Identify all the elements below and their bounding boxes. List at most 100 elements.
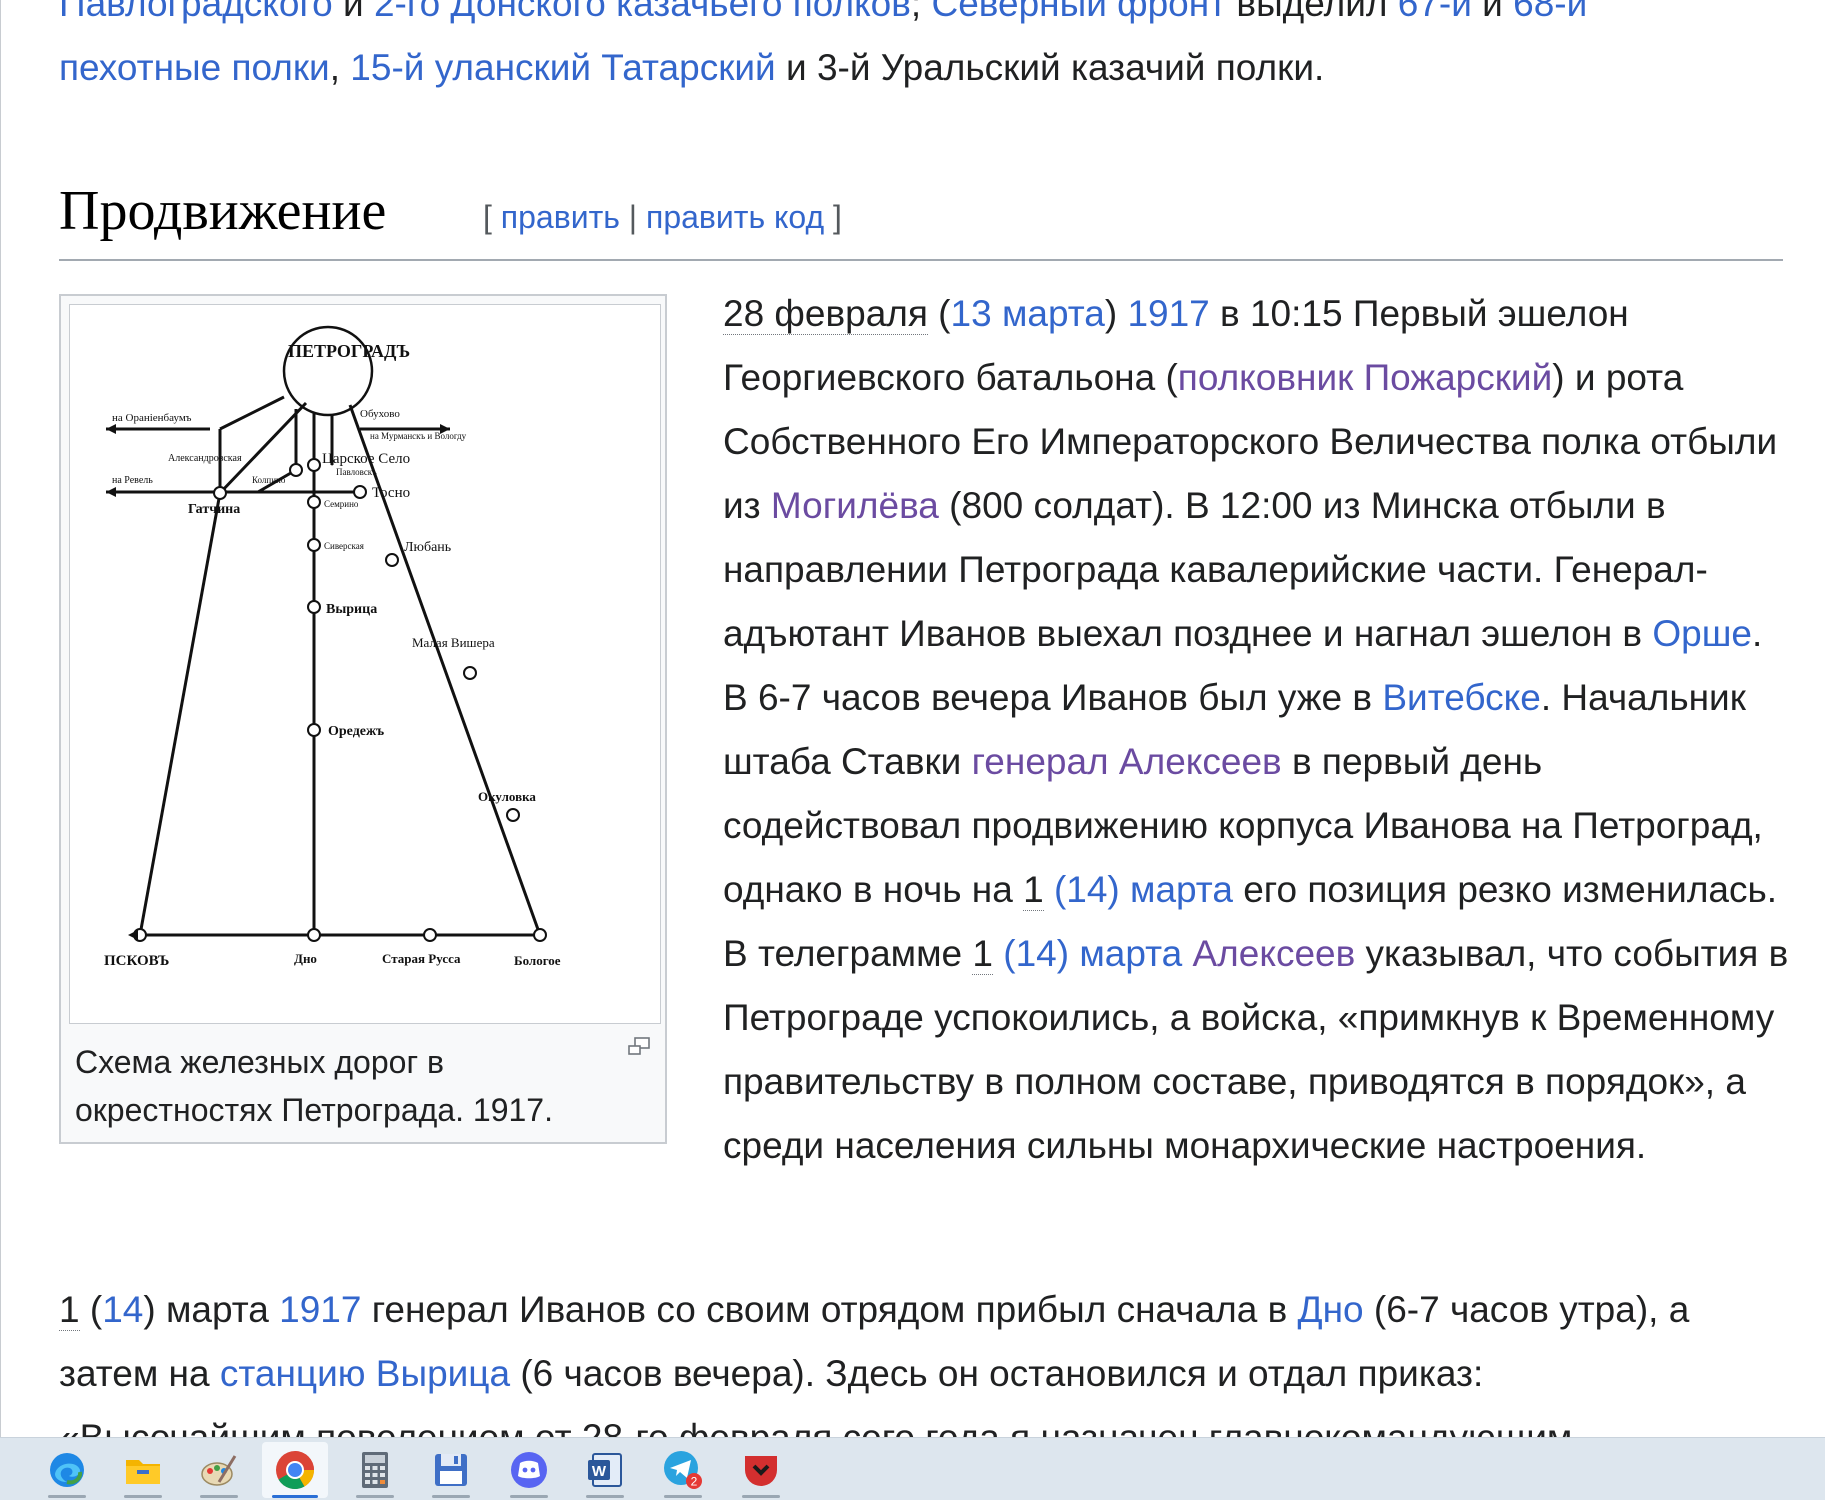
text: и bbox=[332, 0, 374, 24]
taskbar: W 2 bbox=[0, 1437, 1825, 1500]
link-67th[interactable]: 67-й bbox=[1398, 0, 1472, 24]
map-label-lyuban: Любань bbox=[404, 540, 451, 555]
link-2nd-don-cossack[interactable]: 2-го Донского казачьего полков bbox=[374, 0, 911, 24]
text: ) bbox=[1104, 293, 1128, 334]
link-vyritsa-station[interactable]: станцию Вырица bbox=[220, 1353, 510, 1394]
taskbar-pocket[interactable] bbox=[728, 1442, 794, 1498]
map-label-bologoe: Бологое bbox=[514, 953, 561, 968]
taskbar-chrome[interactable] bbox=[262, 1442, 328, 1498]
link-dno[interactable]: Дно bbox=[1298, 1289, 1364, 1330]
text: «Высочайшим повелением от 28-го февраля … bbox=[59, 1417, 1572, 1437]
bracket: [ bbox=[483, 199, 501, 235]
link-1917[interactable]: 1917 bbox=[279, 1289, 361, 1330]
map-label-tsarskoe: Царское Село bbox=[322, 451, 410, 467]
text: ( bbox=[927, 293, 951, 334]
link-14-march[interactable]: (14) марта bbox=[1044, 869, 1233, 910]
map-label-petrograd: ПЕТРОГРАДЪ bbox=[288, 341, 410, 361]
figure-caption: Схема железных дорог в окрестностях Петр… bbox=[75, 1044, 553, 1128]
separator: | bbox=[619, 199, 646, 235]
map-label-dno: Дно bbox=[294, 951, 317, 966]
railway-map: ПЕТРОГРАДЪ на Ораніенбаумъ Обухово на Му… bbox=[104, 325, 561, 969]
taskbar-discord[interactable] bbox=[496, 1442, 562, 1498]
link-vitebsk[interactable]: Витебске bbox=[1382, 677, 1541, 718]
taskbar-telegram[interactable]: 2 bbox=[650, 1442, 716, 1498]
text bbox=[1182, 933, 1192, 974]
text: , bbox=[329, 47, 351, 88]
chrome-icon bbox=[276, 1451, 315, 1490]
map-label-malaya-vishera: Малая Вишера bbox=[412, 635, 495, 650]
word-icon: W bbox=[588, 1453, 622, 1487]
text: ( bbox=[79, 1289, 103, 1330]
map-label-obukhovo: Обухово bbox=[360, 408, 400, 420]
link-colonel-pozharsky[interactable]: полковник Пожарский bbox=[1178, 357, 1552, 398]
text: (6 часов вечера). Здесь он остановился и… bbox=[510, 1353, 1484, 1394]
map-label-pskov: ПСКОВЪ bbox=[104, 953, 169, 969]
main-paragraph: 28 февраля (13 марта) 1917 в 10:15 Первы… bbox=[723, 282, 1789, 1178]
date-link[interactable]: 28 февраля bbox=[723, 293, 928, 335]
link-northern-front[interactable]: Северный фронт bbox=[931, 0, 1226, 24]
map-label-gatchina: Гатчина bbox=[188, 502, 240, 517]
map-label-oranienbaum: на Ораніенбаумъ bbox=[112, 412, 192, 424]
link-15th-tatar-uhlan[interactable]: 15-й уланский Татарский bbox=[350, 47, 775, 88]
taskbar-edge[interactable] bbox=[34, 1442, 100, 1498]
link-general-alekseev[interactable]: генерал Алексеев bbox=[972, 741, 1282, 782]
text: и 3-й Уральский казачий полки. bbox=[775, 47, 1325, 88]
map-label-okulovka: Окуловка bbox=[478, 789, 536, 804]
link-1917[interactable]: 1917 bbox=[1127, 293, 1209, 334]
wikipedia-article: Павлоградского и 2-го Донского казачьего… bbox=[0, 0, 1825, 1437]
edit-code-link[interactable]: править код bbox=[646, 199, 824, 235]
edge-icon bbox=[50, 1453, 84, 1487]
map-label-tosno: Тосно bbox=[372, 485, 410, 501]
paint-icon bbox=[201, 1455, 237, 1486]
second-paragraph: 1 (14) марта 1917 генерал Иванов со свои… bbox=[59, 1278, 1779, 1437]
floppy-icon bbox=[435, 1454, 467, 1486]
map-label-kolpino: Колпино bbox=[252, 475, 286, 485]
section-edit-links: [ править | править код ] bbox=[483, 195, 842, 239]
section-title: Продвижение bbox=[59, 180, 387, 242]
text: выделил bbox=[1226, 0, 1398, 24]
svg-text:W: W bbox=[592, 1463, 607, 1480]
taskbar-word[interactable]: W bbox=[572, 1442, 638, 1498]
link-14[interactable]: 14 bbox=[102, 1289, 143, 1330]
date-link[interactable]: 1 bbox=[972, 933, 993, 975]
map-label-revel: на Ревель bbox=[112, 475, 153, 486]
map-label-pavlovsk: Павловскъ bbox=[336, 467, 377, 477]
taskbar-paint[interactable] bbox=[186, 1442, 252, 1498]
folder-icon bbox=[126, 1460, 160, 1484]
top-paragraph: Павлоградского и 2-го Донского казачьего… bbox=[59, 0, 1779, 100]
date-link[interactable]: 1 bbox=[1023, 869, 1044, 911]
telegram-badge: 2 bbox=[691, 1475, 698, 1489]
figure-thumbnail: ПЕТРОГРАДЪ на Ораніенбаумъ Обухово на Му… bbox=[59, 294, 667, 1144]
map-label-vyritsa: Вырица bbox=[326, 602, 377, 617]
text: ) марта bbox=[143, 1289, 280, 1330]
taskbar-file-explorer[interactable] bbox=[110, 1442, 176, 1498]
link-68th[interactable]: 68-й bbox=[1513, 0, 1587, 24]
date-link[interactable]: 1 bbox=[59, 1289, 80, 1331]
map-label-oredezh: Оредежъ bbox=[328, 724, 384, 739]
bracket: ] bbox=[824, 199, 842, 235]
map-label-murmansk: на Мурманскъ и Вологду bbox=[370, 431, 467, 441]
taskbar-save[interactable] bbox=[418, 1442, 484, 1498]
discord-icon bbox=[511, 1452, 547, 1488]
pocket-icon bbox=[745, 1456, 777, 1486]
map-label-semrino: Семрино bbox=[324, 499, 359, 509]
telegram-icon: 2 bbox=[664, 1451, 702, 1489]
link-14-march[interactable]: (14) марта bbox=[993, 933, 1182, 974]
link-13-march[interactable]: 13 марта bbox=[951, 293, 1105, 334]
text: ; bbox=[910, 0, 932, 24]
text: и bbox=[1471, 0, 1514, 24]
link-infantry-regiments[interactable]: пехотные полки bbox=[59, 47, 330, 88]
edit-link[interactable]: править bbox=[501, 199, 620, 235]
map-label-aleksandrovskaya: Александровская bbox=[168, 453, 242, 464]
link-mogilev[interactable]: Могилёва bbox=[771, 485, 939, 526]
text: генерал Иванов со своим отрядом прибыл с… bbox=[361, 1289, 1298, 1330]
link-pavlogradsky[interactable]: Павлоградского bbox=[59, 0, 333, 24]
railway-map-image[interactable]: ПЕТРОГРАДЪ на Ораніенбаумъ Обухово на Му… bbox=[69, 304, 661, 1024]
taskbar-calculator[interactable] bbox=[342, 1442, 408, 1498]
map-label-siverskaya: Сиверская bbox=[324, 541, 364, 551]
section-heading: Продвижение [ править | править код ] bbox=[59, 175, 1783, 261]
link-alekseev[interactable]: Алексеев bbox=[1193, 933, 1356, 974]
link-orsha[interactable]: Орше bbox=[1652, 613, 1752, 654]
calculator-icon bbox=[362, 1452, 388, 1488]
map-label-staraya-russa: Старая Русса bbox=[382, 951, 461, 966]
